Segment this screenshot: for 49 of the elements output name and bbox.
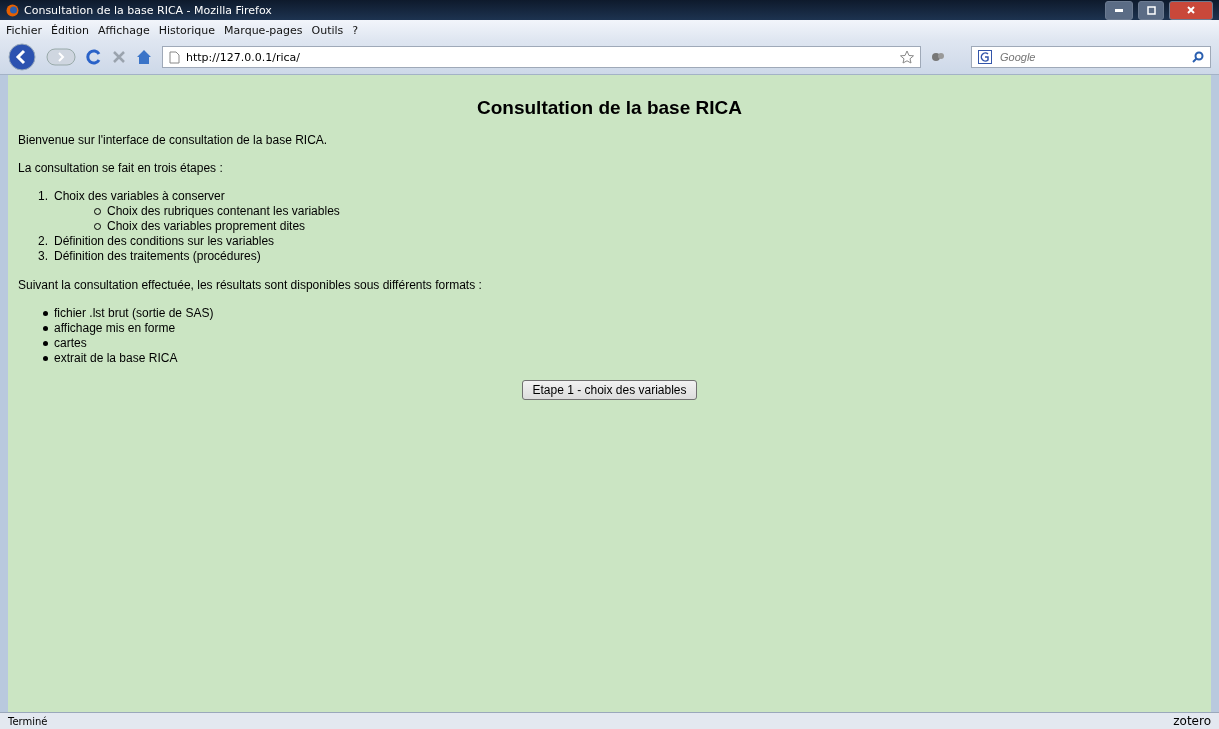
menu-item[interactable]: Outils	[311, 23, 344, 37]
substep-text: Choix des rubriques contenant les variables	[107, 204, 340, 219]
firefox-logo-icon	[6, 3, 19, 17]
close-icon	[1187, 6, 1195, 14]
home-button[interactable]	[136, 49, 152, 65]
status-text: Terminé	[8, 715, 48, 727]
search-bar[interactable]: Google	[971, 46, 1211, 68]
menu-item[interactable]: Édition	[50, 23, 89, 37]
substep-text: Choix des variables proprement dites	[107, 219, 306, 234]
bullet-icon	[43, 326, 48, 331]
step-number: 3.	[37, 249, 48, 264]
zotero-label: zotero	[1173, 714, 1211, 728]
step-text: Définition des conditions sur les variables	[54, 234, 275, 249]
menu-item[interactable]: Affichage	[98, 23, 150, 37]
step-text: Choix des variables à conserver	[54, 189, 225, 204]
restore-icon	[1146, 5, 1156, 15]
page-icon	[169, 50, 180, 64]
menu-item[interactable]: ?	[352, 23, 359, 37]
reload-button[interactable]	[86, 49, 102, 65]
minimize-button[interactable]	[1105, 0, 1133, 20]
step-number: 1.	[37, 189, 48, 204]
page-heading: Consultation de la base RICA	[476, 97, 743, 119]
bullet-icon	[43, 341, 48, 346]
formats-intro-text: Suivant la consultation effectuée, les résultats sont disponibles sous différents formats :	[18, 278, 483, 292]
bullet-icon	[43, 356, 48, 361]
step-text: Définition des traitements (procédures)	[54, 249, 261, 264]
star-icon	[900, 50, 914, 64]
window-title: Consultation de la base RICA - Mozilla Firefox	[24, 3, 273, 17]
bullet-icon	[43, 311, 48, 316]
steps-intro-text: La consultation se fait en trois étapes :	[18, 161, 224, 175]
format-text: fichier .lst brut (sortie de SAS)	[54, 306, 214, 321]
step-button[interactable]: Etape 1 - choix des variables	[522, 380, 697, 400]
menu-item[interactable]: Marque-pages	[224, 23, 303, 37]
format-text: extrait de la base RICA	[54, 351, 178, 366]
format-text: affichage mis en forme	[54, 321, 176, 336]
format-text: cartes	[54, 336, 87, 351]
intro-text: Bienvenue sur l'interface de consultation de la base RICA.	[18, 133, 329, 147]
back-button[interactable]	[8, 43, 36, 71]
step-number: 2.	[37, 234, 48, 249]
menu-item[interactable]: Historique	[158, 23, 216, 37]
google-logo-icon	[978, 50, 992, 64]
addon-icon[interactable]	[931, 51, 945, 63]
search-icon	[1192, 51, 1204, 63]
menu-item[interactable]: Fichier	[6, 23, 42, 37]
minimize-icon	[1115, 8, 1123, 12]
address-field[interactable]: http://127.0.0.1/rica/	[162, 46, 921, 68]
close-button[interactable]	[1169, 0, 1213, 20]
url-text: http://127.0.0.1/rica/	[186, 50, 300, 64]
restore-button[interactable]	[1138, 0, 1164, 20]
